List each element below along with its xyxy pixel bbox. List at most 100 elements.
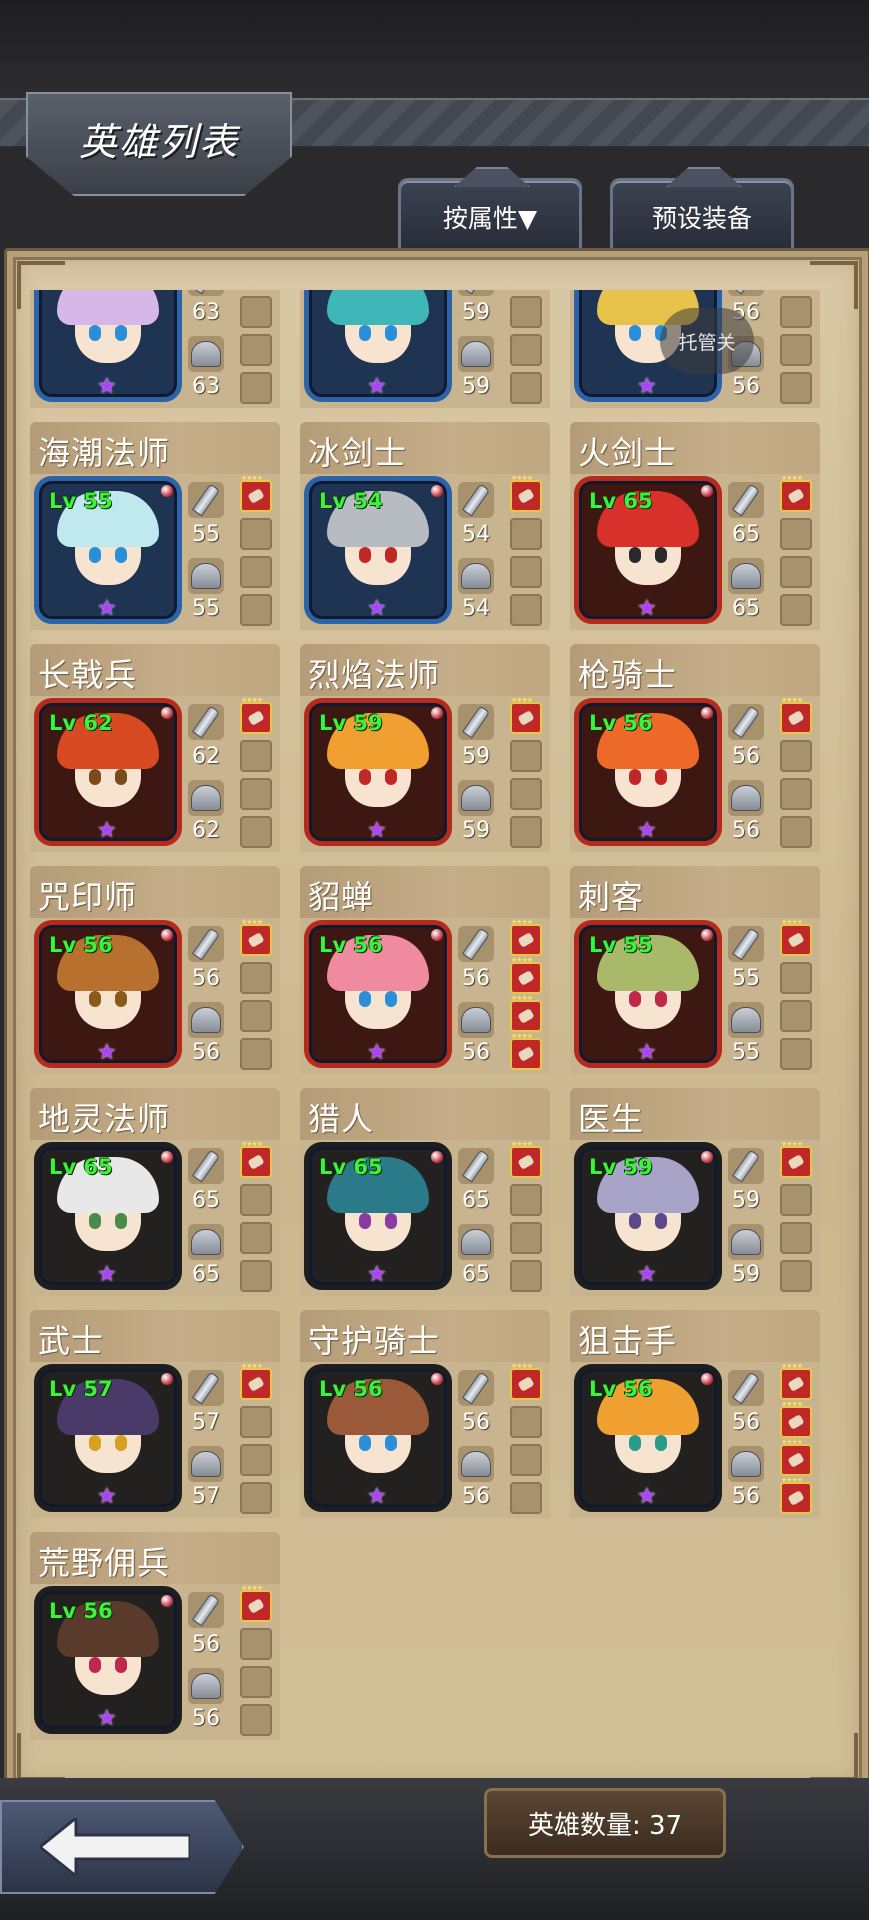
equipment-slot[interactable]: [510, 1406, 542, 1438]
equipment-slot[interactable]: [240, 594, 272, 626]
equipment-slot[interactable]: [780, 778, 812, 810]
hero-portrait[interactable]: Lv 65 ★: [34, 1142, 182, 1290]
equipment-slot[interactable]: [510, 1362, 542, 1400]
equipment-slot[interactable]: [240, 696, 272, 734]
hero-portrait[interactable]: Lv 54 ★: [304, 476, 452, 624]
hero-portrait[interactable]: Lv 56 ★: [304, 920, 452, 1068]
equipment-slot[interactable]: [510, 1184, 542, 1216]
equipment-slot[interactable]: [780, 1362, 812, 1400]
equipment-slot[interactable]: [510, 334, 542, 366]
equipment-slot[interactable]: [240, 334, 272, 366]
equipment-slot[interactable]: [510, 1140, 542, 1178]
hero-portrait[interactable]: Lv 65 ★: [574, 476, 722, 624]
equipment-slot[interactable]: [510, 740, 542, 772]
equipment-slot[interactable]: [780, 1038, 812, 1070]
hero-card[interactable]: 狙击手 Lv 56 ★ 56 56: [570, 1310, 820, 1518]
equipment-slot[interactable]: [240, 816, 272, 848]
equipment-slot[interactable]: [240, 1140, 272, 1178]
hero-portrait[interactable]: Lv 59 ★: [574, 1142, 722, 1290]
hero-portrait[interactable]: Lv 57 ★: [34, 1364, 182, 1512]
hero-card[interactable]: 枪骑士 Lv 56 ★ 56 56: [570, 644, 820, 852]
equipment-slot[interactable]: [510, 1222, 542, 1254]
auto-manage-toggle[interactable]: 托管关: [660, 308, 754, 374]
hero-card[interactable]: 冰剑士 Lv 54 ★ 54 54: [300, 422, 550, 630]
hero-card[interactable]: 武士 Lv 57 ★ 57 57: [30, 1310, 280, 1518]
equipment-slot[interactable]: [240, 1482, 272, 1514]
equipment-slot[interactable]: [510, 556, 542, 588]
hero-portrait[interactable]: Lv 56 ★: [574, 1364, 722, 1512]
equipment-slot[interactable]: [510, 778, 542, 810]
hero-card[interactable]: 咒印师 Lv 56 ★ 56 56: [30, 866, 280, 1074]
equipment-slot[interactable]: [240, 1362, 272, 1400]
equipment-slot[interactable]: [510, 1260, 542, 1292]
equipment-slot[interactable]: [780, 1260, 812, 1292]
equipment-slot[interactable]: [780, 1000, 812, 1032]
equipment-slot[interactable]: [240, 918, 272, 956]
hero-portrait[interactable]: Lv 62 ★: [34, 698, 182, 846]
equipment-slot[interactable]: [780, 1140, 812, 1178]
hero-card[interactable]: 火剑士 Lv 65 ★ 65 65: [570, 422, 820, 630]
hero-portrait[interactable]: Lv 65 ★: [304, 1142, 452, 1290]
hero-grid[interactable]: ★ 63 63 ★ 59 59 ★ 56 56 海潮法师 Lv 55 ★ 55 55 冰剑士 Lv 54 ★ 54…: [30, 290, 830, 1750]
equipment-slot[interactable]: [780, 474, 812, 512]
equipment-slot[interactable]: [510, 594, 542, 626]
equipment-slot[interactable]: [780, 1476, 812, 1514]
equipment-slot[interactable]: [510, 474, 542, 512]
back-button[interactable]: [0, 1800, 244, 1894]
equipment-slot[interactable]: [240, 1584, 272, 1622]
equipment-slot[interactable]: [240, 518, 272, 550]
hero-portrait[interactable]: Lv 55 ★: [574, 920, 722, 1068]
equipment-slot[interactable]: [780, 518, 812, 550]
hero-card[interactable]: 医生 Lv 59 ★ 59 59: [570, 1088, 820, 1296]
equipment-slot[interactable]: [780, 556, 812, 588]
hero-portrait[interactable]: Lv 59 ★: [304, 698, 452, 846]
equipment-slot[interactable]: [240, 1184, 272, 1216]
hero-portrait[interactable]: ★: [34, 290, 182, 402]
equipment-slot[interactable]: [510, 918, 542, 956]
hero-card[interactable]: 地灵法师 Lv 65 ★ 65 65: [30, 1088, 280, 1296]
hero-card[interactable]: 刺客 Lv 55 ★ 55 55: [570, 866, 820, 1074]
equipment-slot[interactable]: [780, 816, 812, 848]
equipment-slot[interactable]: [240, 1038, 272, 1070]
hero-card[interactable]: 貂蝉 Lv 56 ★ 56 56: [300, 866, 550, 1074]
equipment-slot[interactable]: [780, 962, 812, 994]
equipment-slot[interactable]: [510, 956, 542, 994]
tab-sort-by-attribute[interactable]: 按属性▼: [398, 167, 582, 253]
equipment-slot[interactable]: [510, 1444, 542, 1476]
hero-card[interactable]: 猎人 Lv 65 ★ 65 65: [300, 1088, 550, 1296]
equipment-slot[interactable]: [240, 474, 272, 512]
equipment-slot[interactable]: [240, 740, 272, 772]
hero-portrait[interactable]: Lv 56 ★: [34, 1586, 182, 1734]
hero-card[interactable]: ★ 63 63: [30, 290, 280, 408]
hero-portrait[interactable]: ★: [304, 290, 452, 402]
equipment-slot[interactable]: [780, 334, 812, 366]
hero-card[interactable]: 海潮法师 Lv 55 ★ 55 55: [30, 422, 280, 630]
hero-portrait[interactable]: Lv 55 ★: [34, 476, 182, 624]
hero-card[interactable]: 守护骑士 Lv 56 ★ 56 56: [300, 1310, 550, 1518]
hero-portrait[interactable]: Lv 56 ★: [304, 1364, 452, 1512]
hero-portrait[interactable]: Lv 56 ★: [34, 920, 182, 1068]
equipment-slot[interactable]: [780, 296, 812, 328]
equipment-slot[interactable]: [240, 1628, 272, 1660]
equipment-slot[interactable]: [780, 1438, 812, 1476]
hero-card[interactable]: 荒野佣兵 Lv 56 ★ 56 56: [30, 1532, 280, 1740]
equipment-slot[interactable]: [510, 518, 542, 550]
equipment-slot[interactable]: [240, 1000, 272, 1032]
equipment-slot[interactable]: [240, 962, 272, 994]
equipment-slot[interactable]: [240, 296, 272, 328]
hero-card[interactable]: 烈焰法师 Lv 59 ★ 59 59: [300, 644, 550, 852]
equipment-slot[interactable]: [240, 778, 272, 810]
equipment-slot[interactable]: [240, 1406, 272, 1438]
equipment-slot[interactable]: [510, 816, 542, 848]
hero-card[interactable]: ★ 59 59: [300, 290, 550, 408]
equipment-slot[interactable]: [240, 1666, 272, 1698]
equipment-slot[interactable]: [780, 1400, 812, 1438]
tab-preset-equipment[interactable]: 预设装备: [610, 167, 794, 253]
hero-card[interactable]: 长戟兵 Lv 62 ★ 62 62: [30, 644, 280, 852]
equipment-slot[interactable]: [240, 556, 272, 588]
equipment-slot[interactable]: [780, 1184, 812, 1216]
equipment-slot[interactable]: [780, 918, 812, 956]
equipment-slot[interactable]: [510, 296, 542, 328]
equipment-slot[interactable]: [510, 1032, 542, 1070]
equipment-slot[interactable]: [240, 372, 272, 404]
